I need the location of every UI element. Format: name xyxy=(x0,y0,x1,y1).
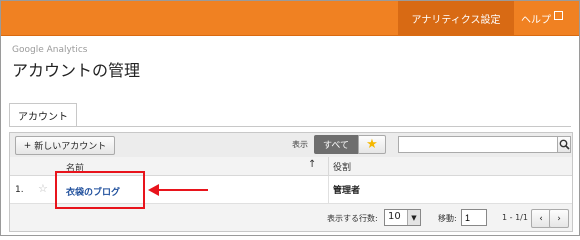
new-account-button[interactable]: + 新しいアカウント xyxy=(15,136,115,155)
filter-starred-button[interactable]: ★ xyxy=(358,135,386,154)
annotation-arrow-icon xyxy=(148,184,208,196)
chevron-right-icon: › xyxy=(557,213,561,224)
star-icon: ★ xyxy=(366,137,378,152)
chevron-left-icon: ‹ xyxy=(539,213,543,224)
rows-per-page-value: 10 xyxy=(388,211,401,222)
rows-per-page-select[interactable]: 10 ▼ xyxy=(384,209,421,226)
tab-accounts[interactable]: アカウント xyxy=(9,103,77,126)
filter-all-button[interactable]: すべて xyxy=(314,135,358,154)
previous-page-button[interactable]: ‹ xyxy=(531,209,551,228)
search-input[interactable] xyxy=(398,136,558,153)
annotation-highlight-box xyxy=(55,171,145,209)
help-label: ヘルプ xyxy=(521,14,551,26)
sort-ascending-icon[interactable]: ↑ xyxy=(308,159,316,170)
filter-show-label: 表示 xyxy=(292,140,308,149)
column-header-role[interactable]: 役割 xyxy=(328,157,573,175)
row-index: 1. xyxy=(15,185,24,195)
top-nav-bar: アナリティクス設定 ヘルプ xyxy=(1,1,579,36)
chevron-down-icon: ▼ xyxy=(407,210,420,225)
account-role: 管理者 xyxy=(328,176,573,203)
search-icon xyxy=(559,139,570,150)
rows-per-page-label: 表示する行数: xyxy=(327,214,378,223)
goto-label: 移動: xyxy=(438,214,457,223)
page-title: アカウントの管理 xyxy=(12,61,141,80)
product-name: Google Analytics xyxy=(12,45,88,55)
page-range: 1 - 1/1 xyxy=(502,213,528,222)
external-link-icon xyxy=(554,10,563,20)
analytics-settings-tab[interactable]: アナリティクス設定 xyxy=(398,1,514,35)
table-toolbar: + 新しいアカウント 表示 すべて ★ xyxy=(10,133,572,158)
new-account-label: 新しいアカウント xyxy=(34,142,107,152)
plus-icon: + xyxy=(23,140,35,151)
search-button[interactable] xyxy=(557,136,571,153)
goto-page-input[interactable] xyxy=(461,209,487,226)
star-outline-icon[interactable]: ☆ xyxy=(38,182,48,195)
tab-divider xyxy=(9,126,571,127)
help-link[interactable]: ヘルプ xyxy=(521,1,563,35)
next-page-button[interactable]: › xyxy=(549,209,569,228)
